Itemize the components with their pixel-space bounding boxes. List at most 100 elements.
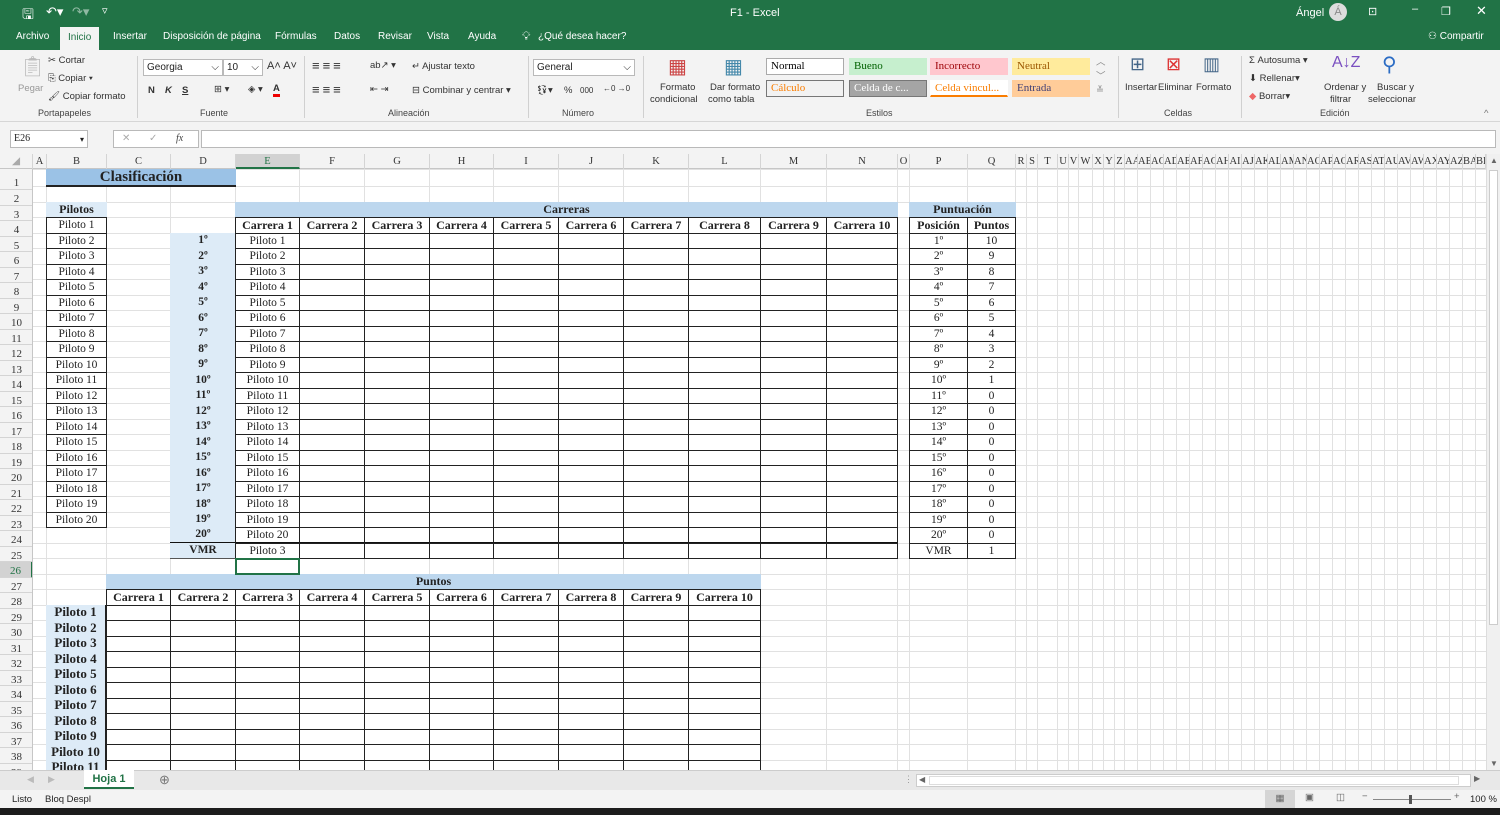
puntos-cell[interactable] — [106, 651, 171, 668]
puntos-cell[interactable] — [558, 697, 624, 714]
race-result-cell[interactable] — [429, 263, 494, 280]
race-result-cell[interactable] — [760, 387, 827, 404]
race-result-cell[interactable] — [429, 511, 494, 528]
insert-function-icon[interactable]: fx — [176, 133, 183, 144]
puntos-cell[interactable] — [688, 744, 761, 761]
pilotos-list-item[interactable]: Piloto 9 — [46, 341, 107, 358]
race-result-cell[interactable]: Piloto 12 — [235, 403, 300, 420]
race-result-cell[interactable] — [493, 418, 559, 435]
race-result-cell[interactable] — [493, 325, 559, 342]
insert-cells-button[interactable]: Insertar — [1125, 82, 1157, 93]
race-result-cell[interactable] — [364, 279, 430, 296]
column-header-L[interactable]: L — [689, 154, 761, 169]
race-result-cell[interactable] — [493, 279, 559, 296]
position-label[interactable]: 2º — [170, 248, 236, 265]
puntos-column-header[interactable]: Carrera 3 — [235, 589, 300, 606]
prev-sheet-icon[interactable]: ◀ — [27, 774, 34, 785]
race-result-cell[interactable] — [760, 418, 827, 435]
puntuacion-points[interactable]: 7 — [967, 279, 1016, 296]
grow-font-icon[interactable]: A˄ A˅ — [267, 60, 297, 72]
race-result-cell[interactable]: Piloto 13 — [235, 418, 300, 435]
insert-cells-icon[interactable]: ⊞ — [1130, 54, 1145, 75]
puntos-row-label[interactable]: Piloto 6 — [46, 682, 107, 699]
position-label[interactable]: 7º — [170, 325, 236, 342]
puntos-row-label[interactable]: Piloto 5 — [46, 666, 107, 683]
race-result-cell[interactable] — [760, 527, 827, 544]
column-header-B[interactable]: B — [47, 154, 107, 169]
format-cells-icon[interactable]: ▥ — [1203, 54, 1220, 75]
carreras-column-header[interactable]: Carrera 10 — [826, 217, 898, 234]
puntos-row-label[interactable]: Piloto 11 — [46, 759, 107, 770]
race-result-cell[interactable]: Piloto 6 — [235, 310, 300, 327]
vertical-scrollbar[interactable]: ▲ ▼ — [1486, 154, 1500, 770]
delete-cells-button[interactable]: Eliminar — [1158, 82, 1192, 93]
format-painter-button[interactable]: 🖌︎ Copiar formato — [48, 91, 126, 102]
race-result-cell[interactable] — [688, 465, 761, 482]
column-header-AS[interactable]: AS — [1359, 154, 1372, 169]
position-label[interactable]: 1º — [170, 232, 236, 249]
user-name[interactable]: Ángel — [1296, 7, 1324, 19]
race-result-cell[interactable] — [760, 496, 827, 513]
column-header-J[interactable]: J — [559, 154, 624, 169]
percent-button[interactable]: % — [564, 85, 572, 96]
race-result-cell[interactable] — [688, 294, 761, 311]
race-result-cell[interactable] — [760, 248, 827, 265]
race-result-cell[interactable]: Piloto 3 — [235, 542, 300, 559]
puntos-cell[interactable] — [429, 682, 494, 699]
column-header-BB[interactable]: BB — [1476, 154, 1486, 169]
position-label[interactable]: 5º — [170, 294, 236, 311]
position-label[interactable]: 8º — [170, 341, 236, 358]
puntos-column-header[interactable]: Carrera 6 — [429, 589, 494, 606]
enter-icon[interactable]: ✓ — [149, 133, 157, 144]
find-select-button[interactable]: Buscar y — [1377, 82, 1414, 93]
cell-style-3[interactable]: Incorrecto — [930, 58, 1008, 75]
puntos-cell[interactable] — [623, 728, 689, 745]
race-result-cell[interactable]: Piloto 4 — [235, 279, 300, 296]
row-header-9[interactable]: 9 — [0, 299, 32, 314]
race-result-cell[interactable] — [558, 511, 624, 528]
puntos-cell[interactable] — [299, 651, 365, 668]
race-result-cell[interactable] — [688, 279, 761, 296]
puntuacion-position[interactable]: 16º — [909, 465, 968, 482]
puntos-cell[interactable] — [170, 697, 236, 714]
position-label[interactable]: VMR — [170, 542, 236, 559]
race-result-cell[interactable] — [558, 496, 624, 513]
puntuacion-points[interactable]: 0 — [967, 527, 1016, 544]
race-result-cell[interactable] — [760, 542, 827, 559]
race-result-cell[interactable]: Piloto 1 — [235, 232, 300, 249]
race-result-cell[interactable]: Piloto 11 — [235, 387, 300, 404]
race-result-cell[interactable] — [364, 542, 430, 559]
puntos-row-label[interactable]: Piloto 1 — [46, 604, 107, 621]
search-icon[interactable]: ⚲ — [1382, 52, 1397, 77]
pilotos-list-item[interactable]: Piloto 18 — [46, 480, 107, 497]
vertical-scroll-thumb[interactable] — [1489, 170, 1498, 625]
puntuacion-points[interactable]: 4 — [967, 325, 1016, 342]
race-result-cell[interactable] — [493, 356, 559, 373]
race-result-cell[interactable] — [493, 480, 559, 497]
puntos-column-header[interactable]: Carrera 10 — [688, 589, 761, 606]
puntos-cell[interactable] — [299, 682, 365, 699]
puntos-cell[interactable] — [299, 728, 365, 745]
paste-icon[interactable]: 📋︎ — [20, 54, 45, 79]
puntos-cell[interactable] — [558, 713, 624, 730]
column-header-AL[interactable]: AL — [1268, 154, 1281, 169]
format-as-table-button[interactable]: Dar formato — [710, 82, 760, 93]
puntos-cell[interactable] — [106, 728, 171, 745]
race-result-cell[interactable] — [299, 263, 365, 280]
race-result-cell[interactable] — [558, 279, 624, 296]
puntos-cell[interactable] — [364, 744, 430, 761]
row-header-7[interactable]: 7 — [0, 268, 32, 283]
pilotos-list-item[interactable]: Piloto 20 — [46, 511, 107, 528]
row-header-13[interactable]: 13 — [0, 361, 32, 376]
puntos-cell[interactable] — [623, 620, 689, 637]
race-result-cell[interactable] — [760, 325, 827, 342]
puntos-cell[interactable] — [299, 635, 365, 652]
pilotos-header[interactable]: Pilotos — [46, 201, 107, 218]
race-result-cell[interactable] — [826, 325, 898, 342]
race-result-cell[interactable] — [826, 480, 898, 497]
restore-icon[interactable]: ❐ — [1441, 5, 1451, 18]
race-result-cell[interactable] — [688, 387, 761, 404]
race-result-cell[interactable] — [429, 542, 494, 559]
carreras-column-header[interactable]: Carrera 1 — [235, 217, 300, 234]
row-header-37[interactable]: 37 — [0, 733, 32, 748]
